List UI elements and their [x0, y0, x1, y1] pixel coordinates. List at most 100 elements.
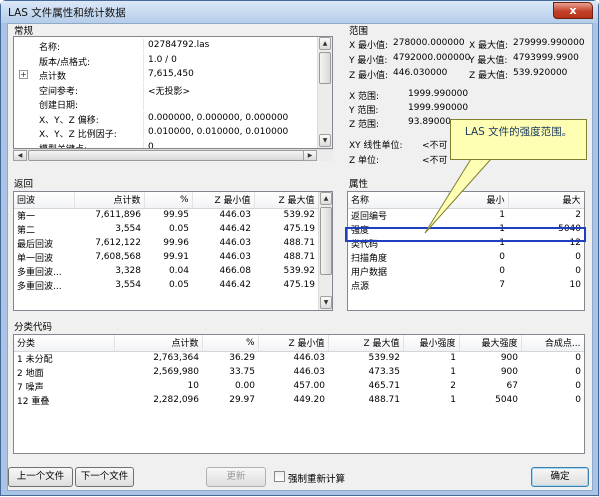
- classification-cell: 449.20: [293, 395, 326, 405]
- attributes-column-header[interactable]: 最大: [508, 192, 584, 209]
- force-recalculate-checkbox[interactable]: [274, 471, 285, 482]
- column-divider: [143, 82, 144, 97]
- column-divider: [143, 53, 144, 68]
- classification-row[interactable]: 12 重叠 2,282,096 29.97 449.20 488.71 1 5040 0: [14, 393, 584, 407]
- classification-column-header[interactable]: 点计数: [114, 335, 203, 352]
- attributes-cell: 0: [575, 252, 581, 262]
- attributes-section-title: 属性: [349, 179, 369, 190]
- column-divider: [143, 68, 144, 82]
- close-button[interactable]: x: [553, 2, 593, 19]
- classification-column-header[interactable]: 分类: [14, 335, 115, 352]
- classification-row[interactable]: 1 未分配 2,763,364 36.29 446.03 539.92 1 900 0: [14, 351, 584, 365]
- general-row[interactable]: 空间参考: <无投影>: [14, 82, 318, 97]
- general-row-value: 0.010000, 0.010000, 0.010000: [148, 127, 289, 137]
- general-row-name: 空间参考:: [39, 86, 79, 97]
- returns-row[interactable]: 单一回波 7,608,568 99.91 446.03 488.71: [14, 250, 318, 264]
- returns-cell: 最后回波: [17, 239, 54, 250]
- hscroll-thumb[interactable]: [28, 150, 308, 161]
- returns-row[interactable]: 最后回波 7,612,122 99.96 446.03 488.71: [14, 236, 318, 250]
- las-properties-dialog: LAS 文件属性和统计数据 x 常规 名称: 02784792.las 版本/点格式…: [0, 0, 599, 496]
- general-row-value: 0: [148, 141, 154, 149]
- returns-row[interactable]: 第一 7,611,896 99.95 446.03 539.92: [14, 208, 318, 222]
- classification-column-header[interactable]: 最小强度: [403, 335, 460, 352]
- classification-column-header[interactable]: Z 最小值: [258, 335, 329, 352]
- scroll-left-arrow-icon[interactable]: ◀: [13, 150, 27, 161]
- attributes-cell: 10: [569, 280, 581, 290]
- attributes-cell: 扫描角度: [351, 253, 388, 264]
- general-row[interactable]: X、Y、Z 偏移: 0.000000, 0.000000, 0.000000: [14, 111, 318, 126]
- extent-zunit-label: Z 单位:: [349, 156, 380, 166]
- returns-row[interactable]: 多重回波... 3,554 0.05 446.42 475.19: [14, 278, 318, 292]
- attributes-column-header[interactable]: 最小: [448, 192, 509, 209]
- column-divider: [143, 126, 144, 140]
- returns-column-header[interactable]: 回波: [14, 192, 75, 209]
- general-row-value: 7,615,450: [148, 69, 194, 79]
- classification-cell: 2,569,980: [153, 367, 199, 377]
- extent-ymax-label: Y 最大值:: [469, 56, 508, 66]
- classification-cell: 0: [575, 353, 581, 364]
- scroll-up-arrow-icon[interactable]: ▲: [319, 37, 331, 50]
- returns-column-header[interactable]: 点计数: [74, 192, 145, 209]
- classification-cell: 2 地面: [17, 368, 44, 379]
- classification-cell: 36.29: [229, 353, 255, 364]
- classification-column-header[interactable]: %: [202, 335, 259, 352]
- general-row[interactable]: 名称: 02784792.las: [14, 39, 318, 53]
- classification-cell: 10: [187, 381, 199, 391]
- general-row-value: 0.000000, 0.000000, 0.000000: [148, 112, 289, 123]
- attributes-column-header[interactable]: 名称: [348, 192, 449, 209]
- general-row[interactable]: X、Y、Z 比例因子: 0.010000, 0.010000, 0.010000: [14, 126, 318, 140]
- extent-xmin-label: X 最小值:: [349, 41, 389, 51]
- general-row[interactable]: 模型关键点: 0: [14, 140, 318, 149]
- classification-row[interactable]: 2 地面 2,569,980 33.75 446.03 473.35 1 900 0: [14, 365, 584, 379]
- classification-column-header[interactable]: Z 最大值: [328, 335, 404, 352]
- attributes-row[interactable]: 用户数据 0 0: [348, 264, 584, 278]
- returns-column-header[interactable]: Z 最小值: [192, 192, 255, 209]
- returns-column-header[interactable]: Z 最大值: [254, 192, 319, 209]
- returns-cell: 0.05: [168, 224, 189, 234]
- scroll-thumb[interactable]: [320, 207, 332, 275]
- scroll-right-arrow-icon[interactable]: ▶: [303, 150, 317, 161]
- general-row[interactable]: 版本/点格式: 1.0 / 0: [14, 53, 318, 68]
- update-button[interactable]: 更新: [206, 467, 266, 487]
- general-scrollbar[interactable]: ▲ ▼: [317, 37, 332, 148]
- scroll-down-arrow-icon[interactable]: ▼: [319, 134, 331, 147]
- returns-row[interactable]: 第二 3,554 0.05 446.42 475.19: [14, 222, 318, 236]
- extent-zunit-value: <不可: [422, 156, 448, 166]
- classification-column-header[interactable]: 最大强度: [459, 335, 522, 352]
- general-row-name: X、Y、Z 比例因子:: [39, 130, 117, 140]
- intensity-callout: LAS 文件的强度范围。: [450, 119, 587, 160]
- column-divider: [143, 140, 144, 148]
- returns-column-header[interactable]: %: [144, 192, 193, 209]
- returns-scrollbar[interactable]: ▲ ▼: [318, 192, 332, 310]
- returns-cell: 475.19: [283, 224, 316, 234]
- scroll-thumb[interactable]: [319, 52, 331, 84]
- general-row[interactable]: + 点计数 7,615,450: [14, 68, 318, 82]
- returns-cell: 475.19: [283, 280, 316, 290]
- expand-plus-icon[interactable]: +: [19, 70, 28, 79]
- returns-cell: 99.91: [163, 252, 189, 262]
- ok-button[interactable]: 确定: [531, 467, 589, 487]
- next-file-button[interactable]: 下一个文件: [75, 467, 134, 487]
- scroll-down-arrow-icon[interactable]: ▼: [320, 296, 332, 309]
- column-divider: [143, 97, 144, 111]
- classification-cell: 12 重叠: [17, 396, 50, 407]
- attributes-row[interactable]: 扫描角度 0 0: [348, 250, 584, 264]
- general-row[interactable]: 创建日期:: [14, 97, 318, 111]
- general-row-value: 1.0 / 0: [148, 54, 177, 65]
- extent-xyunit-label: XY 线性单位:: [349, 141, 403, 151]
- returns-row[interactable]: 多重回波... 3,328 0.04 466.08 539.92: [14, 264, 318, 278]
- scroll-up-arrow-icon[interactable]: ▲: [320, 192, 332, 205]
- attributes-table: 名称 最小 最大 返回编号 1 2 强度 1 5040 类代码 1 12 扫描角度 0 0 用户数据 0 0 点源…: [347, 191, 585, 311]
- returns-cell: 539.92: [283, 210, 316, 221]
- previous-file-button[interactable]: 上一个文件: [8, 467, 73, 487]
- general-hscrollbar[interactable]: ◀ ▶: [13, 149, 333, 161]
- classification-cell: 2,763,364: [153, 353, 199, 364]
- extent-zmax-label: Z 最大值:: [469, 71, 509, 81]
- attributes-row[interactable]: 返回编号 1 2: [348, 208, 584, 222]
- classification-column-header[interactable]: 合成点...: [521, 335, 584, 352]
- classification-row[interactable]: 7 噪声 10 0.00 457.00 465.71 2 67 0: [14, 379, 584, 393]
- general-row-name: 模型关键点:: [39, 142, 87, 149]
- general-row-value: 02784792.las: [148, 40, 210, 50]
- window-title: LAS 文件属性和统计数据: [8, 7, 126, 19]
- attributes-row[interactable]: 点源 7 10: [348, 278, 584, 292]
